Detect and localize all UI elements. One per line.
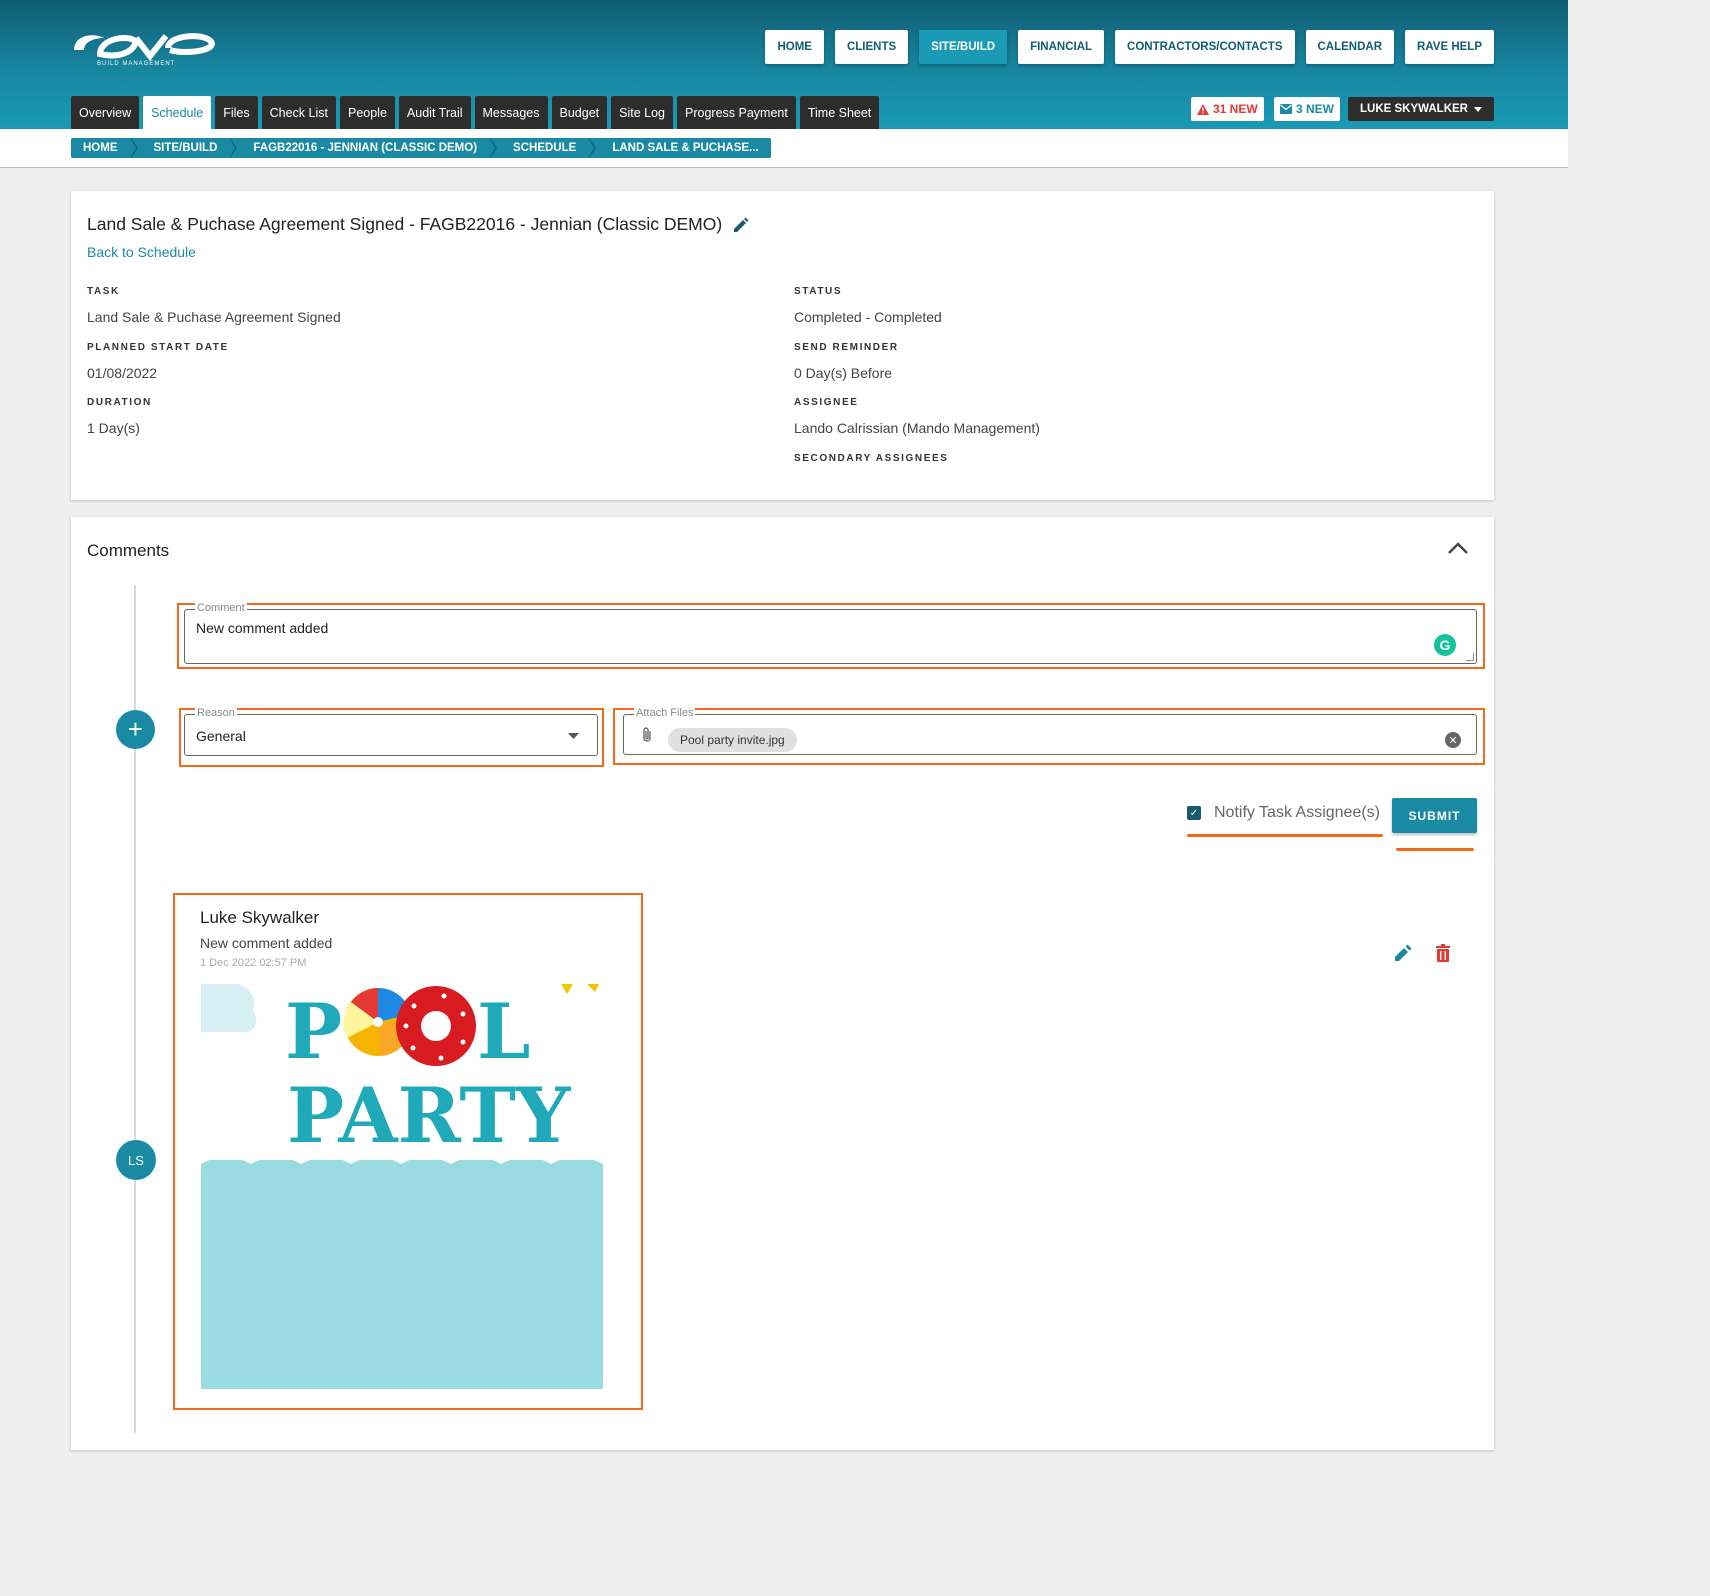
breadcrumb-home[interactable]: HOME — [71, 138, 137, 158]
task-value: Land Sale & Puchase Agreement Signed — [87, 309, 341, 325]
user-name: LUKE SKYWALKER — [1360, 103, 1468, 115]
nav-contractors-contacts[interactable]: CONTRACTORS/CONTACTS — [1115, 30, 1295, 64]
svg-text:L: L — [477, 987, 530, 1076]
alerts-count: 31 NEW — [1213, 102, 1258, 116]
app-header: BUILD MANAGEMENT HOME CLIENTS SITE/BUILD… — [0, 0, 1568, 129]
status-value: Completed - Completed — [794, 309, 942, 325]
tab-time-sheet[interactable]: Time Sheet — [799, 96, 880, 129]
tab-files[interactable]: Files — [215, 96, 258, 129]
breadcrumb: HOME SITE/BUILD FAGB22016 - JENNIAN (CLA… — [71, 138, 771, 158]
delete-comment-icon[interactable] — [1433, 943, 1453, 963]
send-reminder-label: SEND REMINDER — [794, 342, 899, 353]
task-label: TASK — [87, 286, 120, 297]
breadcrumb-job[interactable]: FAGB22016 - JENNIAN (CLASSIC DEMO) — [229, 138, 497, 158]
notify-underline — [1187, 834, 1383, 837]
alerts-badge[interactable]: 31 NEW — [1191, 97, 1264, 121]
user-menu-button[interactable]: LUKE SKYWALKER — [1348, 97, 1494, 121]
reason-select[interactable]: Reason General — [184, 707, 598, 756]
notify-checkbox[interactable]: ✓ — [1187, 806, 1201, 820]
comment-timestamp: 1 Dec 2022 02:57 PM — [200, 957, 307, 969]
page-title: Land Sale & Puchase Agreement Signed - F… — [87, 214, 750, 235]
task-title-text: Land Sale & Puchase Agreement Signed - F… — [87, 214, 723, 234]
planned-start-value: 01/08/2022 — [87, 365, 158, 381]
tab-progress-payment[interactable]: Progress Payment — [677, 96, 796, 129]
status-label: STATUS — [794, 286, 843, 297]
tab-messages[interactable]: Messages — [474, 96, 548, 129]
assignee-label: ASSIGNEE — [794, 397, 859, 408]
nav-rave-help[interactable]: RAVE HELP — [1405, 30, 1494, 64]
breadcrumb-site-build[interactable]: SITE/BUILD — [130, 138, 238, 158]
svg-text:P: P — [285, 987, 342, 1076]
mail-badge[interactable]: 3 NEW — [1274, 97, 1341, 121]
caret-down-icon — [568, 733, 579, 739]
breadcrumb-current-task: LAND SALE & PUCHASE... — [612, 142, 759, 154]
notify-label[interactable]: Notify Task Assignee(s) — [1214, 804, 1380, 822]
attachment-chip[interactable]: Pool party invite.jpg — [668, 728, 797, 752]
sub-tabs: Overview Schedule Files Check List Peopl… — [71, 96, 880, 129]
nav-home[interactable]: HOME — [765, 30, 824, 64]
reason-value: General — [196, 728, 246, 744]
tab-schedule[interactable]: Schedule — [143, 96, 212, 129]
envelope-icon — [1280, 104, 1292, 114]
breadcrumb-bar: HOME SITE/BUILD FAGB22016 - JENNIAN (CLA… — [0, 129, 1568, 168]
pencil-icon[interactable] — [732, 216, 750, 234]
avatar: LS — [116, 1140, 156, 1180]
paperclip-icon — [643, 727, 651, 742]
nav-financial[interactable]: FINANCIAL — [1018, 30, 1105, 64]
add-comment-icon[interactable]: + — [116, 710, 155, 749]
warning-icon — [1197, 103, 1209, 115]
comment-text: New comment added — [200, 935, 333, 951]
comments-card: Comments + LS Comment New comment added … — [71, 517, 1494, 1450]
tab-people[interactable]: People — [339, 96, 395, 129]
assignee-value: Lando Calrissian (Mando Management) — [794, 420, 1040, 436]
send-reminder-value: 0 Day(s) Before — [794, 365, 893, 381]
resize-handle[interactable] — [1466, 653, 1474, 661]
mail-count: 3 NEW — [1296, 102, 1335, 116]
grammarly-icon[interactable]: G — [1434, 634, 1456, 656]
comments-heading: Comments — [87, 541, 170, 560]
submit-button[interactable]: SUBMIT — [1392, 798, 1477, 833]
chevron-up-icon[interactable] — [1446, 539, 1470, 557]
svg-text:PARTY: PARTY — [287, 1071, 571, 1160]
comment-legend: Comment — [195, 602, 247, 614]
caret-down-icon — [1473, 106, 1482, 112]
edit-comment-icon[interactable] — [1393, 943, 1413, 963]
tab-site-log[interactable]: Site Log — [611, 96, 673, 129]
pool-party-image[interactable]: P L PARTY — [201, 984, 603, 1389]
comment-input[interactable]: New comment added — [196, 620, 328, 636]
attach-legend: Attach Files — [634, 707, 696, 719]
task-details-card: Land Sale & Puchase Agreement Signed - F… — [71, 191, 1494, 500]
nav-calendar[interactable]: CALENDAR — [1305, 30, 1395, 64]
tab-budget[interactable]: Budget — [551, 96, 608, 129]
nav-site-build[interactable]: SITE/BUILD — [919, 30, 1008, 64]
duration-label: DURATION — [87, 397, 152, 408]
reason-legend: Reason — [195, 707, 237, 719]
attach-files-field[interactable]: Attach Files Pool party invite.jpg ✕ — [623, 707, 1477, 755]
back-to-schedule-link[interactable]: Back to Schedule — [87, 244, 196, 260]
nav-clients[interactable]: CLIENTS — [834, 30, 909, 64]
clear-icon[interactable]: ✕ — [1445, 732, 1461, 748]
top-navigation: HOME CLIENTS SITE/BUILD FINANCIAL CONTRA… — [765, 30, 1494, 64]
comment-field[interactable]: Comment New comment added G — [184, 602, 1477, 664]
secondary-assignees-label: SECONDARY ASSIGNEES — [794, 453, 949, 464]
tab-overview[interactable]: Overview — [71, 96, 140, 129]
tab-check-list[interactable]: Check List — [261, 96, 336, 129]
tab-audit-trail[interactable]: Audit Trail — [398, 96, 471, 129]
comment-author: Luke Skywalker — [200, 908, 320, 927]
planned-start-label: PLANNED START DATE — [87, 342, 229, 353]
logo-subtitle: BUILD MANAGEMENT — [97, 61, 176, 67]
submit-underline — [1396, 848, 1474, 851]
duration-value: 1 Day(s) — [87, 420, 140, 436]
breadcrumb-schedule[interactable]: SCHEDULE — [489, 138, 597, 158]
